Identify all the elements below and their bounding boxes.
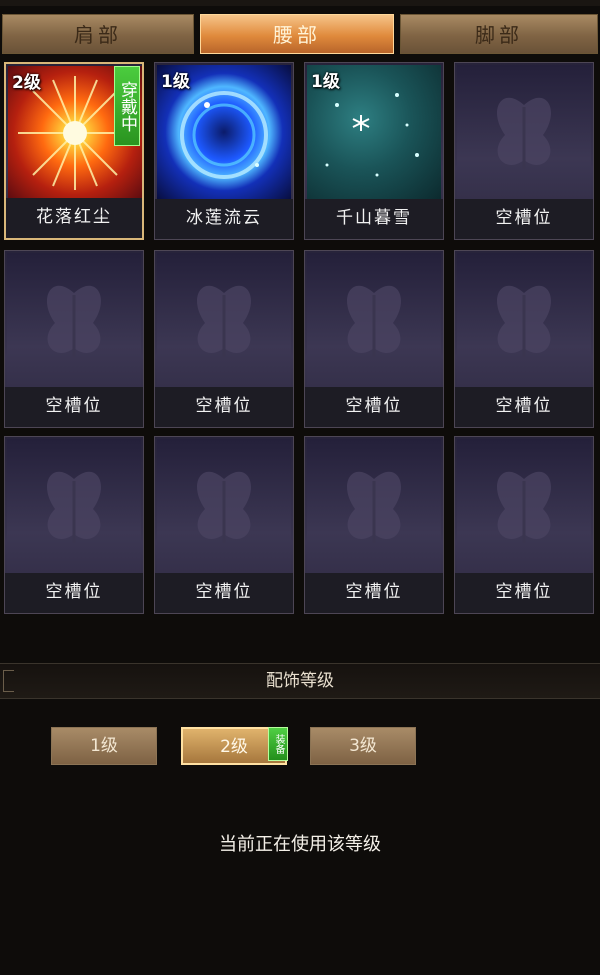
butterfly-icon bbox=[157, 253, 291, 387]
accessory-slot-7[interactable]: 空槽位 bbox=[304, 250, 444, 428]
tab-shoulder[interactable]: 肩部 bbox=[2, 14, 194, 54]
butterfly-icon bbox=[457, 253, 591, 387]
tab-waist[interactable]: 腰部 bbox=[200, 14, 394, 54]
butterfly-icon bbox=[7, 439, 141, 573]
level-3-button[interactable]: 3级 bbox=[310, 727, 416, 765]
accessory-slot-1[interactable]: 2级 穿戴中 花落红尘 bbox=[4, 62, 144, 240]
top-border bbox=[0, 0, 600, 6]
accessory-slot-4[interactable]: 空槽位 bbox=[454, 62, 594, 240]
accessory-slot-5[interactable]: 空槽位 bbox=[4, 250, 144, 428]
wearing-badge: 穿戴中 bbox=[114, 66, 140, 146]
slot-level: 1级 bbox=[311, 72, 340, 92]
slot-name: 空槽位 bbox=[455, 199, 593, 239]
butterfly-icon bbox=[307, 253, 441, 387]
slot-name: 空槽位 bbox=[455, 387, 593, 427]
slot-name: 千山暮雪 bbox=[305, 199, 443, 239]
slot-name: 冰莲流云 bbox=[155, 199, 293, 239]
butterfly-icon bbox=[307, 439, 441, 573]
butterfly-icon bbox=[457, 65, 591, 199]
accessory-slot-8[interactable]: 空槽位 bbox=[454, 250, 594, 428]
status-text: 当前正在使用该等级 bbox=[219, 834, 381, 855]
section-title: 配饰等级 bbox=[266, 671, 334, 691]
accessory-slot-3[interactable]: 1级 千山暮雪 bbox=[304, 62, 444, 240]
slot-name: 空槽位 bbox=[5, 387, 143, 427]
slot-name: 空槽位 bbox=[155, 573, 293, 613]
equipped-badge: 装备 bbox=[268, 727, 288, 761]
accessory-slot-10[interactable]: 空槽位 bbox=[154, 436, 294, 614]
slot-level: 2级 bbox=[12, 73, 41, 93]
accessory-slot-9[interactable]: 空槽位 bbox=[4, 436, 144, 614]
slot-name: 花落红尘 bbox=[6, 198, 142, 238]
accessory-slot-2[interactable]: 1级 冰莲流云 bbox=[154, 62, 294, 240]
butterfly-icon bbox=[457, 439, 591, 573]
tab-bar: 肩部 腰部 脚部 bbox=[0, 14, 600, 56]
slot-name: 空槽位 bbox=[305, 573, 443, 613]
level-1-button[interactable]: 1级 bbox=[51, 727, 157, 765]
accessory-level-header: 配饰等级 bbox=[0, 663, 600, 699]
slot-name: 空槽位 bbox=[155, 387, 293, 427]
butterfly-icon bbox=[157, 439, 291, 573]
accessory-slot-11[interactable]: 空槽位 bbox=[304, 436, 444, 614]
slot-name: 空槽位 bbox=[5, 573, 143, 613]
slot-name: 空槽位 bbox=[455, 573, 593, 613]
accessory-slot-6[interactable]: 空槽位 bbox=[154, 250, 294, 428]
butterfly-icon bbox=[7, 253, 141, 387]
tab-foot[interactable]: 脚部 bbox=[400, 14, 598, 54]
slot-level: 1级 bbox=[161, 72, 190, 92]
slot-name: 空槽位 bbox=[305, 387, 443, 427]
accessory-slot-12[interactable]: 空槽位 bbox=[454, 436, 594, 614]
